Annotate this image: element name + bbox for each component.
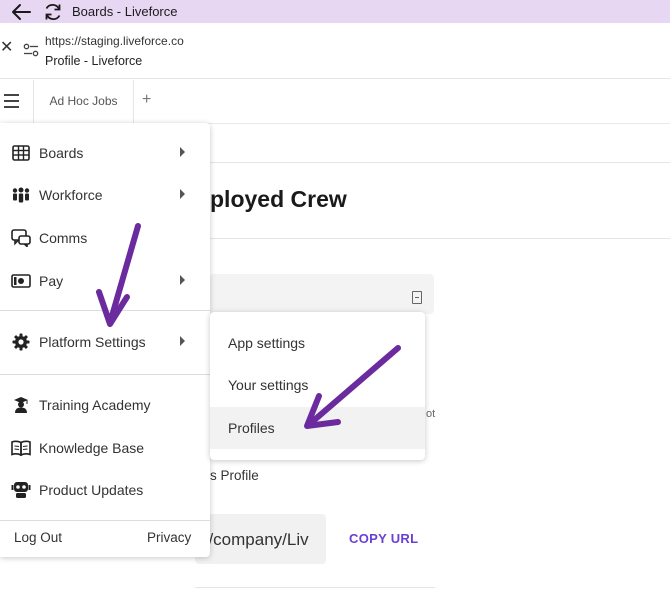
- divider: [195, 587, 435, 588]
- page-heading: ployed Crew: [210, 186, 347, 212]
- reload-icon[interactable]: [42, 1, 64, 23]
- menu-item-label: Workforce: [39, 187, 103, 203]
- menu-item-knowledge-base[interactable]: Knowledge Base: [0, 428, 210, 468]
- menu-item-label: Platform Settings: [39, 334, 146, 350]
- menu-item-training-academy[interactable]: Training Academy: [0, 385, 210, 425]
- menu-item-label: Pay: [39, 273, 64, 289]
- url-text[interactable]: https://staging.liveforce.co: [45, 34, 184, 48]
- submenu-item-label: App settings: [228, 335, 306, 351]
- submenu-item-label: Your settings: [228, 377, 309, 393]
- menu-item-label: Product Updates: [39, 482, 144, 498]
- submenu-item-label: Profiles: [228, 420, 275, 436]
- chevron-right-icon: [180, 336, 185, 346]
- menu-item-workforce[interactable]: Workforce: [0, 175, 210, 215]
- platform-settings-submenu: App settings Your settings Profiles: [210, 312, 425, 460]
- menu-item-label: Training Academy: [39, 397, 151, 413]
- menu-divider: [0, 310, 210, 311]
- window-titlebar: Boards - Liveforce: [0, 0, 670, 23]
- menu-item-comms[interactable]: Comms: [0, 218, 210, 258]
- pay-money-icon: [11, 271, 31, 291]
- gear-icon: [11, 332, 31, 352]
- back-arrow-icon[interactable]: [10, 1, 32, 23]
- profile-url-value: o/company/Liv: [199, 530, 309, 549]
- menu-item-pay[interactable]: Pay: [0, 261, 210, 301]
- tab-ad-hoc-jobs[interactable]: Ad Hoc Jobs: [33, 80, 134, 123]
- product-updates-icon: [11, 480, 31, 500]
- chevron-right-icon: [180, 189, 185, 199]
- logout-link[interactable]: Log Out: [14, 530, 62, 545]
- profile-text-fragment: s Profile: [210, 468, 259, 483]
- submenu-item-your-settings[interactable]: Your settings: [210, 364, 425, 406]
- window-title: Boards - Liveforce: [72, 4, 178, 19]
- menu-footer: Log Out Privacy: [0, 521, 210, 557]
- menu-item-platform-settings[interactable]: Platform Settings: [0, 322, 210, 362]
- workforce-people-icon: [11, 185, 31, 205]
- document-icon: [412, 291, 422, 304]
- menu-item-label: Knowledge Base: [39, 440, 145, 456]
- address-bar: ✕ https://staging.liveforce.co Profile -…: [0, 23, 670, 79]
- hamburger-menu-icon[interactable]: [4, 94, 19, 108]
- menu-item-label: Comms: [39, 230, 88, 246]
- divider: [210, 238, 670, 239]
- add-tab-button[interactable]: +: [142, 91, 151, 109]
- training-academy-icon: [11, 395, 31, 415]
- close-icon[interactable]: ✕: [0, 40, 14, 56]
- boards-grid-icon: [11, 143, 31, 163]
- tab-bar: Ad Hoc Jobs +: [0, 80, 670, 124]
- profile-select-field[interactable]: [210, 274, 434, 314]
- menu-item-label: Boards: [39, 145, 84, 161]
- main-menu: Boards Workforce Comms Pay Platform Sett…: [0, 123, 210, 557]
- privacy-link[interactable]: Privacy: [147, 530, 191, 545]
- menu-item-boards[interactable]: Boards: [0, 133, 210, 173]
- profile-url-field[interactable]: o/company/Liv: [195, 514, 326, 564]
- submenu-item-profiles[interactable]: Profiles: [210, 407, 425, 449]
- menu-divider: [0, 374, 210, 375]
- site-settings-icon[interactable]: [23, 43, 39, 57]
- chevron-right-icon: [180, 147, 185, 157]
- copy-url-button[interactable]: COPY URL: [349, 531, 418, 546]
- text-fragment: ot: [426, 408, 436, 420]
- page-title: Profile - Liveforce: [45, 54, 143, 68]
- divider: [210, 162, 670, 163]
- comms-chat-icon: [11, 228, 31, 248]
- chevron-right-icon: [180, 275, 185, 285]
- knowledge-base-book-icon: [11, 438, 31, 458]
- submenu-item-app-settings[interactable]: App settings: [210, 322, 425, 364]
- menu-item-product-updates[interactable]: Product Updates: [0, 470, 210, 510]
